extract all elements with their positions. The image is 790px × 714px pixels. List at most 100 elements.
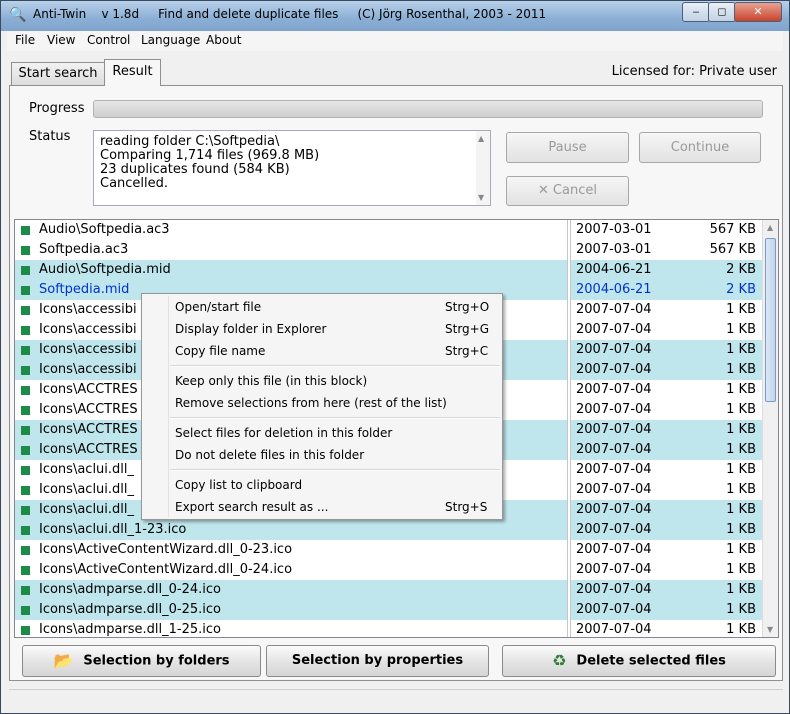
selection-marker-icon[interactable] (21, 466, 30, 475)
status-bar (9, 689, 783, 708)
menu-language[interactable]: Language (141, 33, 200, 47)
selection-marker-icon[interactable] (21, 386, 30, 395)
selection-marker-icon[interactable] (21, 286, 30, 295)
selection-marker-icon[interactable] (21, 446, 30, 455)
menu-control[interactable]: Control (87, 33, 130, 47)
selection-by-folders-label: Selection by folders (83, 653, 230, 669)
menu-item-label: Display folder in Explorer (175, 322, 327, 336)
file-name: Softpedia.ac3 (39, 242, 129, 257)
selection-marker-icon[interactable] (21, 426, 30, 435)
file-name: Icons\ACCTRES (39, 382, 138, 397)
close-button[interactable]: ✕ (734, 2, 782, 22)
scroll-up-icon[interactable]: ▲ (767, 223, 773, 232)
scroll-thumb[interactable] (765, 238, 776, 402)
table-row[interactable]: Icons\admparse.dll_1-25.ico 2007-07-04 1 K… (15, 620, 764, 637)
list-scrollbar[interactable]: ▲ ▼ (762, 220, 778, 637)
table-row[interactable]: Icons\ActiveContentWizard.dll_0-24.ico 20… (15, 560, 764, 580)
selection-marker-icon[interactable] (21, 306, 30, 315)
menu-bar: File View Control Language About (7, 31, 783, 51)
file-date: 2007-07-04 (576, 562, 652, 577)
scroll-down-icon[interactable]: ▼ (478, 193, 484, 202)
selection-marker-icon[interactable] (21, 226, 30, 235)
context-menu: Open/start file Strg+O Display folder in E… (141, 293, 503, 520)
continue-button[interactable]: Continue (639, 132, 761, 163)
file-size: 1 KB (726, 562, 756, 577)
selection-marker-icon[interactable] (21, 586, 30, 595)
table-row[interactable]: Icons\admparse.dll_0-24.ico 2007-07-04 1 K… (15, 580, 764, 600)
menu-view[interactable]: View (47, 33, 75, 47)
column-divider[interactable] (567, 220, 571, 637)
table-row[interactable]: Audio\Softpedia.ac3 2007-03-01 567 KB (15, 220, 764, 240)
menu-about[interactable]: About (206, 33, 241, 47)
selection-marker-icon[interactable] (21, 546, 30, 555)
pause-button[interactable]: Pause (506, 132, 629, 163)
menu-separator (170, 469, 500, 471)
table-row[interactable]: Softpedia.ac3 2007-03-01 567 KB (15, 240, 764, 260)
delete-selected-files-label: Delete selected files (576, 653, 726, 669)
selection-marker-icon[interactable] (21, 606, 30, 615)
status-line: 23 duplicates found (584 KB) (100, 162, 290, 177)
status-line: Comparing 1,714 files (969.8 MB) (100, 148, 320, 163)
file-date: 2007-07-04 (576, 502, 652, 517)
selection-marker-icon[interactable] (21, 406, 30, 415)
selection-by-folders-button[interactable]: 📂 Selection by folders (22, 645, 261, 677)
file-name: Icons\accessibi (39, 362, 137, 377)
file-name: Icons\ActiveContentWizard.dll_0-24.ico (39, 562, 293, 577)
file-date: 2007-07-04 (576, 362, 652, 377)
file-date: 2007-03-01 (576, 222, 652, 237)
file-name: Audio\Softpedia.mid (39, 262, 171, 277)
selection-marker-icon[interactable] (21, 326, 30, 335)
menu-file[interactable]: File (15, 33, 35, 47)
table-row[interactable]: Icons\ActiveContentWizard.dll_0-23.ico 20… (15, 540, 764, 560)
maximize-button[interactable]: ◻ (708, 2, 736, 22)
selection-marker-icon[interactable] (21, 506, 30, 515)
context-menu-item[interactable]: Export search result as ... Strg+S (142, 496, 502, 518)
file-date: 2004-06-21 (576, 262, 652, 277)
file-size: 1 KB (726, 442, 756, 457)
scroll-up-icon[interactable]: ▲ (478, 134, 484, 143)
status-box[interactable]: reading folder C:\Softpedia\ Comparing 1… (93, 130, 491, 206)
context-menu-item[interactable]: Do not delete files in this folder (142, 444, 502, 466)
context-menu-item[interactable]: Remove selections from here (rest of the… (142, 392, 502, 414)
selection-marker-icon[interactable] (21, 346, 30, 355)
file-size: 1 KB (726, 422, 756, 437)
selection-marker-icon[interactable] (21, 246, 30, 255)
file-name: Icons\admparse.dll_0-24.ico (39, 582, 221, 597)
selection-marker-icon[interactable] (21, 626, 30, 635)
context-menu-item[interactable]: Open/start file Strg+O (142, 296, 502, 318)
status-scrollbar[interactable]: ▲ ▼ (476, 131, 490, 205)
title-bar[interactable]: 🔍 Anti-Twin v 1.8d Find and delete dupli… (1, 1, 789, 31)
context-menu-item[interactable]: Copy file name Strg+C (142, 340, 502, 362)
cancel-button[interactable]: ✕ Cancel (506, 176, 629, 206)
menu-item-shortcut: Strg+C (445, 344, 489, 358)
selection-marker-icon[interactable] (21, 486, 30, 495)
file-name: Icons\admparse.dll_1-25.ico (39, 622, 221, 637)
minimize-button[interactable]: ‒ (682, 2, 710, 22)
file-date: 2007-07-04 (576, 522, 652, 537)
scroll-down-icon[interactable]: ▼ (767, 625, 773, 634)
file-size: 1 KB (726, 302, 756, 317)
selection-marker-icon[interactable] (21, 366, 30, 375)
file-name: Icons\aclui.dll_ (39, 482, 135, 497)
file-date: 2007-07-04 (576, 342, 652, 357)
context-menu-item[interactable]: Select files for deletion in this folder (142, 422, 502, 444)
selection-by-properties-button[interactable]: Selection by properties (266, 645, 489, 677)
app-window: 🔍 Anti-Twin v 1.8d Find and delete dupli… (0, 0, 790, 714)
context-menu-item[interactable]: Copy list to clipboard (142, 474, 502, 496)
tab-result[interactable]: Result (104, 59, 161, 86)
file-name: Icons\accessibi (39, 322, 137, 337)
selection-marker-icon[interactable] (21, 566, 30, 575)
table-row[interactable]: Audio\Softpedia.mid 2004-06-21 2 KB (15, 260, 764, 280)
context-menu-item[interactable]: Keep only this file (in this block) (142, 370, 502, 392)
folder-icon: 📂 (53, 651, 74, 670)
tab-start-search[interactable]: Start search (11, 62, 105, 86)
table-row[interactable]: Icons\admparse.dll_0-25.ico 2007-07-04 1 K… (15, 600, 764, 620)
file-name: Icons\ActiveContentWizard.dll_0-23.ico (39, 542, 293, 557)
delete-selected-files-button[interactable]: ♻ Delete selected files (502, 645, 776, 677)
selection-marker-icon[interactable] (21, 266, 30, 275)
table-row[interactable]: Icons\aclui.dll_1-23.ico 2007-07-04 1 KB (15, 520, 764, 540)
context-menu-item[interactable]: Display folder in Explorer Strg+G (142, 318, 502, 340)
menu-item-label: Copy file name (175, 344, 266, 358)
selection-marker-icon[interactable] (21, 526, 30, 535)
file-size: 1 KB (726, 382, 756, 397)
